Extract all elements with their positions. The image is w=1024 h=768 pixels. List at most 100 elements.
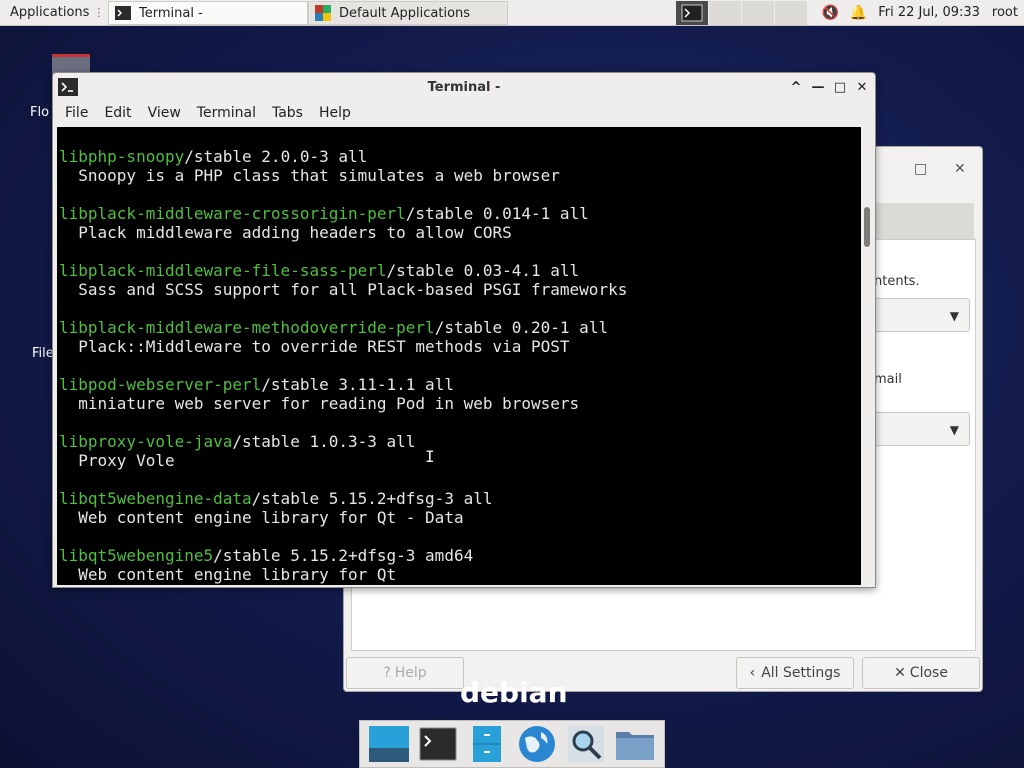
- package-version: /stable 0.20-1 all: [434, 318, 609, 337]
- terminal-line: Proxy Vole: [59, 451, 861, 470]
- dialog-tab-strip: [874, 203, 974, 239]
- desktop-icon-label-floppy: Flo: [30, 105, 50, 120]
- terminal-line: Plack::Middleware to override REST metho…: [59, 337, 861, 356]
- minimize-icon[interactable]: —: [811, 77, 825, 97]
- folder-icon: [616, 732, 655, 760]
- dock-terminal-button[interactable]: [417, 723, 459, 765]
- bottom-dock: [359, 720, 665, 768]
- package-name: libpod-webserver-perl: [59, 375, 262, 394]
- text-cursor-icon: I: [425, 447, 435, 466]
- scrollbar-thumb[interactable]: [864, 207, 870, 247]
- package-description: miniature web server for reading Pod in …: [59, 394, 580, 413]
- package-name: libproxy-vole-java: [59, 432, 233, 451]
- close-button[interactable]: ✕ Close: [862, 657, 980, 689]
- dialog-text-contents: ntents.: [874, 274, 920, 289]
- globe-icon: [518, 726, 555, 762]
- package-description: Plack middleware adding headers to allow…: [59, 223, 512, 242]
- show-desktop-button[interactable]: [368, 723, 410, 765]
- terminal-line: libqt5webengine5/stable 5.15.2+dfsg-3 am…: [59, 546, 861, 565]
- terminal-line: libqt5webengine-data/stable 5.15.2+dfsg-…: [59, 489, 861, 508]
- chevron-left-icon: ‹: [749, 665, 756, 681]
- clock[interactable]: Fri 22 Jul, 09:33: [872, 0, 986, 26]
- terminal-line: miniature web server for reading Pod in …: [59, 394, 861, 413]
- terminal-line: libpod-webserver-perl/stable 3.11-1.1 al…: [59, 375, 861, 394]
- package-name: libplack-middleware-file-sass-perl: [59, 261, 387, 280]
- dialog-text-mail: mail: [874, 372, 902, 387]
- terminal-line: Plack middleware adding headers to allow…: [59, 223, 861, 242]
- help-icon: ?: [383, 665, 391, 681]
- terminal-output[interactable]: libphp-snoopy/stable 2.0.0-3 all Snoopy …: [57, 127, 861, 585]
- all-settings-label: All Settings: [761, 665, 841, 681]
- taskbar-default-apps-label: Default Applications: [339, 5, 471, 21]
- package-description: Web content engine library for Qt: [59, 565, 397, 584]
- menu-view[interactable]: View: [140, 105, 189, 121]
- all-settings-button[interactable]: ‹ All Settings: [736, 657, 854, 689]
- chevron-down-icon: ▼: [949, 423, 959, 437]
- terminal-line: libplack-middleware-methodoverride-perl/…: [59, 318, 861, 337]
- browser-combo[interactable]: ▼: [860, 298, 970, 332]
- package-name: libplack-middleware-methodoverride-perl: [59, 318, 435, 337]
- mail-combo[interactable]: ▼: [860, 412, 970, 446]
- package-description: Sass and SCSS support for all Plack-base…: [59, 280, 628, 299]
- package-name: libphp-snoopy: [59, 147, 185, 166]
- show-desktop-icon: [368, 726, 409, 762]
- terminal-scrollbar[interactable]: [861, 127, 873, 585]
- workspace-terminal-icon: [681, 4, 703, 22]
- magnifier-icon: [567, 726, 604, 762]
- menu-edit[interactable]: Edit: [96, 105, 139, 121]
- volume-muted-icon[interactable]: 🔇: [821, 4, 839, 22]
- user-menu[interactable]: root: [986, 0, 1024, 26]
- terminal-titlebar[interactable]: Terminal - ^ — □ ✕: [53, 73, 875, 101]
- package-version: /stable 0.014-1 all: [405, 204, 589, 223]
- workspace-2[interactable]: [709, 1, 742, 25]
- workspace-3[interactable]: [742, 1, 775, 25]
- dialog-close-icon[interactable]: ✕: [954, 161, 966, 177]
- dialog-maximize-icon[interactable]: □: [914, 161, 927, 177]
- desktop-icon-label-file: File: [32, 346, 54, 361]
- taskbar-default-apps-button[interactable]: Default Applications: [308, 1, 508, 25]
- dock-web-browser-button[interactable]: [516, 723, 558, 765]
- package-version: /stable 5.15.2+dfsg-3 amd64: [213, 546, 474, 565]
- notification-bell-icon[interactable]: 🔔: [849, 4, 867, 22]
- taskbar-terminal-button[interactable]: Terminal -: [108, 1, 308, 25]
- terminal-line: Snoopy is a PHP class that simulates a w…: [59, 166, 861, 185]
- package-version: /stable 1.0.3-3 all: [232, 432, 416, 451]
- close-icon[interactable]: ✕: [855, 77, 869, 97]
- help-label: Help: [394, 665, 427, 681]
- menu-tabs[interactable]: Tabs: [264, 105, 311, 121]
- workspace-1[interactable]: [676, 1, 709, 25]
- close-label: Close: [909, 665, 948, 681]
- menu-terminal[interactable]: Terminal: [189, 105, 264, 121]
- terminal-line: Web content engine library for Qt - Data: [59, 508, 861, 527]
- menu-help[interactable]: Help: [311, 105, 359, 121]
- dock-file-manager-button[interactable]: [466, 723, 508, 765]
- chevron-down-icon: ▼: [949, 309, 959, 323]
- package-description: Web content engine library for Qt - Data: [59, 508, 464, 527]
- terminal-app-icon: [58, 78, 78, 96]
- menu-file[interactable]: File: [57, 105, 96, 121]
- terminal-menubar: File Edit View Terminal Tabs Help: [53, 101, 875, 125]
- help-button[interactable]: ? Help: [346, 657, 464, 689]
- dock-search-button[interactable]: [565, 723, 607, 765]
- workspace-4[interactable]: [775, 1, 808, 25]
- dock-folder-button[interactable]: [614, 723, 656, 765]
- maximize-icon[interactable]: □: [833, 77, 847, 97]
- taskbar-terminal-label: Terminal -: [139, 5, 203, 21]
- applications-menu-button[interactable]: Applications ⋮: [0, 0, 108, 26]
- terminal-window: Terminal - ^ — □ ✕ File Edit View Termin…: [52, 72, 876, 588]
- package-description: Snoopy is a PHP class that simulates a w…: [59, 166, 560, 185]
- top-panel: Applications ⋮ Terminal - Default Applic…: [0, 0, 1024, 26]
- package-name: libqt5webengine5: [59, 546, 214, 565]
- package-description: Proxy Vole: [59, 451, 175, 470]
- shade-icon[interactable]: ^: [789, 77, 803, 97]
- package-version: /stable 3.11-1.1 all: [261, 375, 454, 394]
- terminal-line: libphp-snoopy/stable 2.0.0-3 all: [59, 147, 861, 166]
- package-version: /stable 5.15.2+dfsg-3 all: [251, 489, 493, 508]
